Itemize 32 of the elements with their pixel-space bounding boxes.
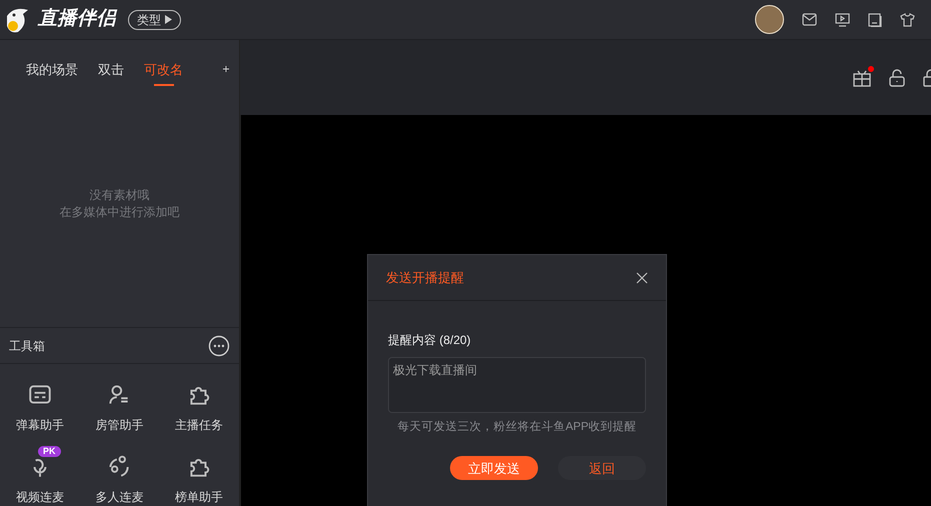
play-triangle-icon: [164, 15, 172, 24]
t-shirt-icon[interactable]: [900, 12, 915, 26]
empty-message: 没有素材哦: [90, 186, 150, 204]
close-icon[interactable]: [636, 272, 648, 284]
reminder-input[interactable]: 极光下载直播间: [388, 357, 646, 413]
logo-text: 直播伴侣: [38, 7, 116, 32]
tool-button[interactable]: 弹幕助手: [0, 374, 80, 432]
avatar[interactable]: [755, 5, 784, 34]
back-button[interactable]: 返回: [558, 456, 646, 480]
tool-button[interactable]: 房管助手: [80, 374, 160, 432]
tool-button[interactable]: 榜单助手: [159, 446, 239, 504]
type-button[interactable]: 类型: [128, 10, 181, 30]
scene-tab[interactable]: 可改名: [144, 62, 183, 86]
video-screen-icon[interactable]: [835, 12, 850, 26]
scene-tab[interactable]: 我的场景: [26, 62, 78, 86]
empty-message: 在多媒体中进行添加吧: [60, 204, 180, 220]
lock-icon[interactable]: [923, 68, 931, 86]
toolbox-title: 工具箱: [9, 338, 45, 354]
hint-text: 每天可发送三次，粉丝将在斗鱼APP收到提醒: [396, 420, 638, 435]
plus-icon[interactable]: [223, 63, 229, 75]
dialog-title: 发送开播提醒: [386, 268, 464, 287]
tablet-icon[interactable]: [868, 12, 882, 26]
gift-icon[interactable]: [853, 68, 871, 86]
pk-badge: PK: [38, 446, 61, 457]
tool-button[interactable]: PK 视频连麦: [0, 446, 80, 504]
field-label: 提醒内容 (8/20): [388, 332, 472, 349]
scene-tab[interactable]: 双击: [98, 62, 124, 86]
more-icon[interactable]: [208, 334, 230, 356]
tool-button[interactable]: 主播任务: [159, 374, 239, 432]
unlock-icon[interactable]: [889, 68, 905, 86]
mail-icon[interactable]: [802, 13, 817, 26]
tool-button[interactable]: 多人连麦: [80, 446, 160, 504]
